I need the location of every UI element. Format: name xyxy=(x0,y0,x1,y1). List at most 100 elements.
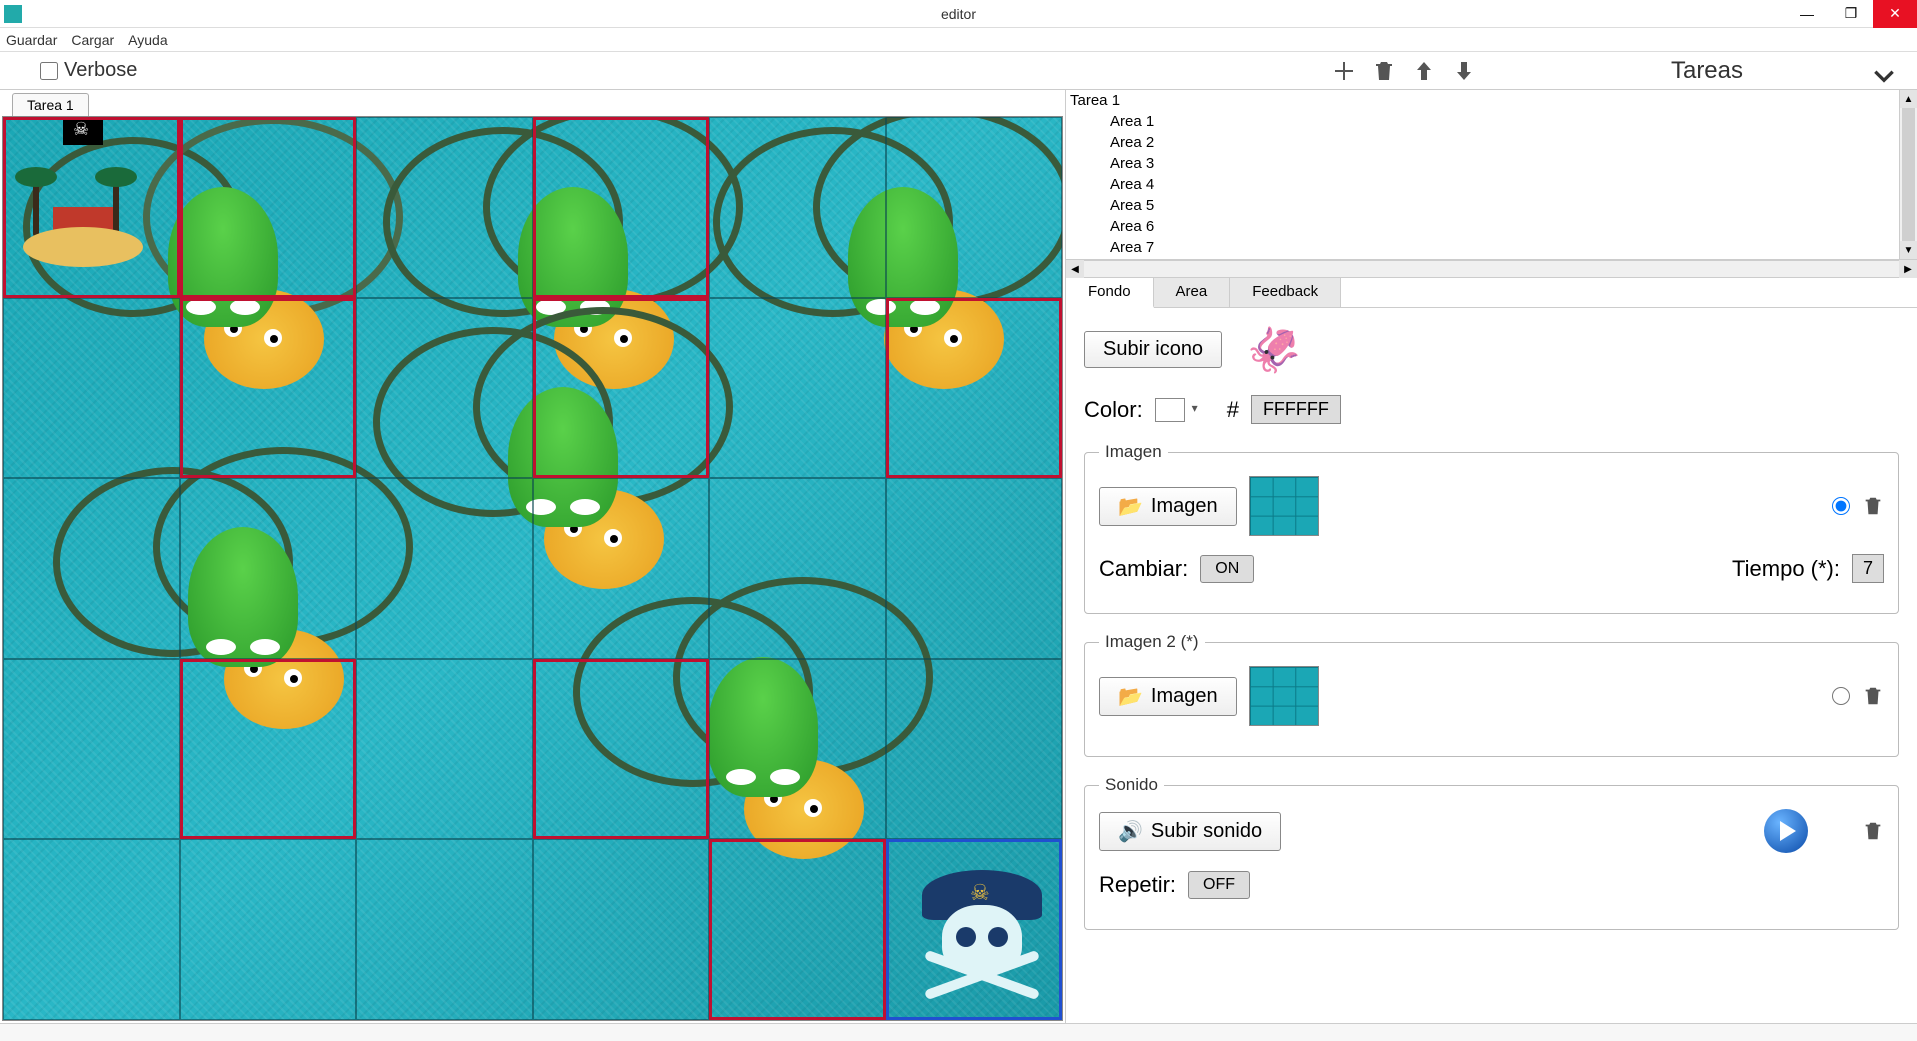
color-hex-input[interactable]: FFFFFF xyxy=(1251,395,1341,424)
grid-cell[interactable] xyxy=(533,117,710,298)
tree-item[interactable]: Area 2 xyxy=(1066,132,1899,153)
scroll-up-icon[interactable]: ▲ xyxy=(1900,90,1917,108)
tree-item[interactable]: Area 5 xyxy=(1066,195,1899,216)
repetir-label: Repetir: xyxy=(1099,872,1176,898)
sound-icon: 🔊 xyxy=(1118,819,1143,844)
scroll-right-icon[interactable]: ▶ xyxy=(1899,260,1917,278)
tree-item[interactable]: Area 1 xyxy=(1066,111,1899,132)
imagen2-group: Imagen 2 (*) 📂Imagen xyxy=(1084,632,1899,757)
imagen-button[interactable]: 📂Imagen xyxy=(1099,487,1237,526)
grid-cell[interactable] xyxy=(356,839,533,1020)
app-icon xyxy=(4,5,22,23)
folder-icon: 📂 xyxy=(1118,684,1143,709)
grid-cell[interactable] xyxy=(3,298,180,479)
tab-feedback[interactable]: Feedback xyxy=(1230,278,1341,307)
cambiar-label: Cambiar: xyxy=(1099,556,1188,582)
menu-guardar[interactable]: Guardar xyxy=(6,32,57,48)
grid-cell[interactable] xyxy=(886,839,1063,1020)
color-label: Color: xyxy=(1084,397,1143,423)
grid-cell[interactable] xyxy=(886,659,1063,840)
imagen-group: Imagen 📂Imagen Cambiar: ON Tiempo (*): 7 xyxy=(1084,442,1899,614)
window-title: editor xyxy=(941,6,976,22)
grid-cell[interactable] xyxy=(709,659,886,840)
tree-item[interactable]: Area 4 xyxy=(1066,174,1899,195)
close-button[interactable]: ✕ xyxy=(1873,0,1917,28)
grid-cell[interactable] xyxy=(709,117,886,298)
grid-cell[interactable] xyxy=(356,659,533,840)
vertical-scrollbar[interactable]: ▲ ▼ xyxy=(1899,90,1917,259)
grid-cell[interactable] xyxy=(180,478,357,659)
move-up-button[interactable] xyxy=(1411,58,1437,84)
grid-cell[interactable] xyxy=(533,659,710,840)
hash-label: # xyxy=(1227,397,1239,423)
grid-cell[interactable] xyxy=(356,117,533,298)
grid-cell[interactable] xyxy=(356,478,533,659)
grid-cell[interactable] xyxy=(533,839,710,1020)
tree-root[interactable]: Tarea 1 xyxy=(1066,90,1899,111)
imagen-legend: Imagen xyxy=(1099,442,1168,462)
grid-cell[interactable] xyxy=(533,478,710,659)
grid-cell[interactable] xyxy=(709,839,886,1020)
grid-cell[interactable] xyxy=(3,478,180,659)
canvas[interactable] xyxy=(2,116,1063,1021)
grid-cell[interactable] xyxy=(886,298,1063,479)
delete-button[interactable] xyxy=(1371,58,1397,84)
trash-icon[interactable] xyxy=(1862,495,1884,517)
grid-cell[interactable] xyxy=(709,478,886,659)
subir-sonido-button[interactable]: 🔊Subir sonido xyxy=(1099,812,1281,851)
maximize-button[interactable]: ❐ xyxy=(1829,0,1873,28)
tasks-tree[interactable]: Tarea 1Area 1Area 2Area 3Area 4Area 5Are… xyxy=(1066,90,1899,259)
imagen-thumb xyxy=(1249,476,1319,536)
verbose-checkbox-wrap[interactable]: Verbose xyxy=(40,59,137,82)
cambiar-toggle[interactable]: ON xyxy=(1200,555,1254,583)
imagen2-radio[interactable] xyxy=(1832,687,1850,705)
scroll-down-icon[interactable]: ▼ xyxy=(1900,241,1917,259)
grid-cell[interactable] xyxy=(3,839,180,1020)
grid-cell[interactable] xyxy=(180,839,357,1020)
tree-item[interactable]: Area 3 xyxy=(1066,153,1899,174)
imagen2-button[interactable]: 📂Imagen xyxy=(1099,677,1237,716)
grid-cell[interactable] xyxy=(180,117,357,298)
trash-icon[interactable] xyxy=(1862,685,1884,707)
trash-icon[interactable] xyxy=(1862,820,1884,842)
color-swatch[interactable] xyxy=(1155,398,1185,422)
grid-cell[interactable] xyxy=(3,117,180,298)
window-titlebar: editor — ❐ ✕ xyxy=(0,0,1917,28)
grid-cell[interactable] xyxy=(886,478,1063,659)
move-down-button[interactable] xyxy=(1451,58,1477,84)
grid-cell[interactable] xyxy=(180,298,357,479)
verbose-label: Verbose xyxy=(64,59,137,82)
subir-icono-button[interactable]: Subir icono xyxy=(1084,331,1222,368)
add-button[interactable] xyxy=(1331,58,1357,84)
tiempo-input[interactable]: 7 xyxy=(1852,554,1884,583)
imagen-radio[interactable] xyxy=(1832,497,1850,515)
grid-cell[interactable] xyxy=(533,298,710,479)
grid-overlay xyxy=(3,117,1062,1020)
tab-fondo[interactable]: Fondo xyxy=(1066,278,1154,308)
status-bar xyxy=(0,1023,1917,1041)
horizontal-scrollbar[interactable]: ◀ ▶ xyxy=(1066,260,1917,278)
grid-cell[interactable] xyxy=(886,117,1063,298)
minimize-button[interactable]: — xyxy=(1785,0,1829,28)
scroll-thumb[interactable] xyxy=(1902,108,1915,241)
grid-cell[interactable] xyxy=(3,659,180,840)
grid-cell[interactable] xyxy=(180,659,357,840)
grid-cell[interactable] xyxy=(356,298,533,479)
menu-bar: Guardar Cargar Ayuda xyxy=(0,28,1917,52)
tree-item[interactable]: Area 7 xyxy=(1066,237,1899,258)
scroll-left-icon[interactable]: ◀ xyxy=(1066,260,1084,278)
grid-cell[interactable] xyxy=(709,298,886,479)
tab-area[interactable]: Area xyxy=(1154,278,1231,307)
imagen2-legend: Imagen 2 (*) xyxy=(1099,632,1205,652)
canvas-tab[interactable]: Tarea 1 xyxy=(12,93,89,116)
tree-item[interactable]: Area 6 xyxy=(1066,216,1899,237)
verbose-checkbox[interactable] xyxy=(40,62,58,80)
imagen2-thumb xyxy=(1249,666,1319,726)
menu-cargar[interactable]: Cargar xyxy=(71,32,114,48)
menu-ayuda[interactable]: Ayuda xyxy=(128,32,167,48)
repetir-toggle[interactable]: OFF xyxy=(1188,871,1250,899)
icon-preview: 🦑 xyxy=(1234,322,1314,377)
property-tabs: Fondo Area Feedback xyxy=(1066,278,1917,308)
tareas-panel-title: Tareas xyxy=(1497,57,1917,85)
play-button[interactable] xyxy=(1764,809,1808,853)
